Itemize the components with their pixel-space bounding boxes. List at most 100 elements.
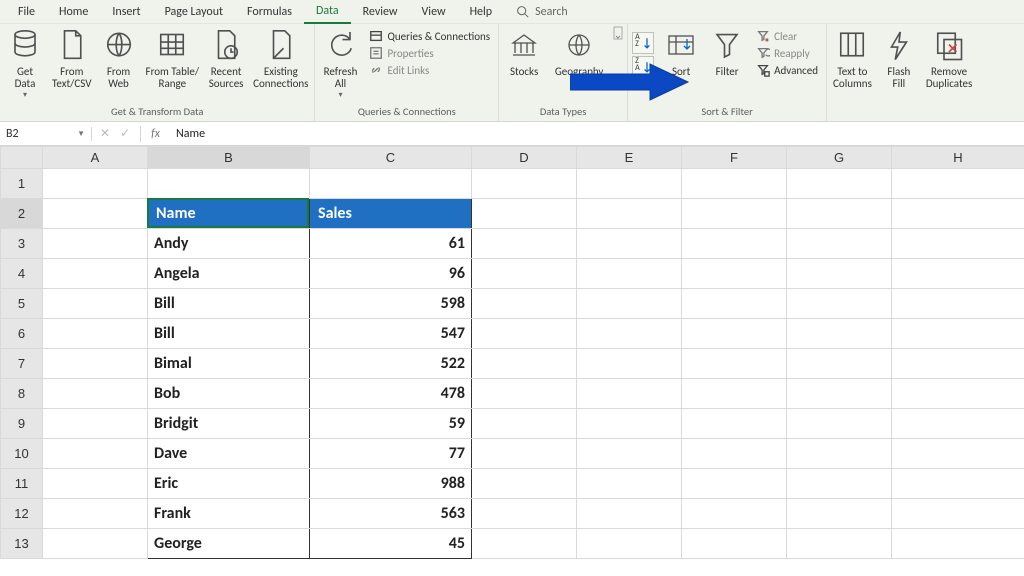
col-header[interactable]: A [43, 147, 148, 169]
flash-fill-button[interactable]: Flash Fill [878, 26, 920, 91]
row-header[interactable]: 5 [1, 289, 43, 319]
cell[interactable]: 478 [310, 379, 472, 409]
cell[interactable] [892, 199, 1024, 229]
cell[interactable] [472, 229, 577, 259]
cell[interactable] [787, 469, 892, 499]
fx-icon[interactable]: fx [151, 127, 160, 141]
cell[interactable] [577, 289, 682, 319]
cell[interactable]: Andy [148, 229, 310, 259]
row-header[interactable]: 10 [1, 439, 43, 469]
clear-filter-button[interactable]: Clear [752, 28, 822, 44]
cell[interactable] [472, 259, 577, 289]
formula-input[interactable]: Name [168, 127, 1024, 141]
cell[interactable]: 96 [310, 259, 472, 289]
cell[interactable] [43, 439, 148, 469]
cell[interactable] [310, 169, 472, 199]
cell[interactable] [43, 409, 148, 439]
cell[interactable] [43, 529, 148, 559]
sort-za-button[interactable]: ZA [632, 56, 654, 78]
row-header[interactable]: 13 [1, 529, 43, 559]
row-header[interactable]: 9 [1, 409, 43, 439]
cell[interactable]: 563 [310, 499, 472, 529]
cell[interactable]: 598 [310, 289, 472, 319]
name-box[interactable]: B2 ▼ [0, 127, 92, 141]
cell[interactable] [787, 409, 892, 439]
cell[interactable] [472, 319, 577, 349]
tab-help[interactable]: Help [458, 1, 505, 23]
cell[interactable] [43, 469, 148, 499]
cell[interactable] [682, 349, 787, 379]
row-header[interactable]: 2 [1, 199, 43, 229]
cell[interactable] [682, 199, 787, 229]
cell[interactable] [472, 439, 577, 469]
cell[interactable]: Bill [148, 319, 310, 349]
from-web-button[interactable]: From Web [98, 26, 140, 91]
properties-button[interactable]: Properties [365, 45, 494, 61]
tab-data[interactable]: Data [304, 0, 351, 24]
row-header[interactable]: 11 [1, 469, 43, 499]
cell[interactable] [577, 319, 682, 349]
cell[interactable]: Bob [148, 379, 310, 409]
select-all-corner[interactable] [1, 147, 43, 169]
cell[interactable]: 59 [310, 409, 472, 439]
cell[interactable] [472, 349, 577, 379]
geography-button[interactable]: Geography [549, 26, 609, 90]
row-header[interactable]: 12 [1, 499, 43, 529]
cell[interactable] [787, 289, 892, 319]
queries-connections-button[interactable]: Queries & Connections [365, 28, 494, 44]
cell[interactable]: Dave [148, 439, 310, 469]
cell[interactable]: Name [148, 199, 310, 229]
row-header[interactable]: 3 [1, 229, 43, 259]
edit-links-button[interactable]: Edit Links [365, 62, 494, 78]
cell[interactable] [892, 319, 1024, 349]
cell[interactable] [682, 439, 787, 469]
cell[interactable] [577, 409, 682, 439]
tab-file[interactable]: File [6, 1, 47, 23]
tab-view[interactable]: View [410, 1, 458, 23]
advanced-filter-button[interactable]: Advanced [752, 62, 822, 78]
cell[interactable] [892, 409, 1024, 439]
row-header[interactable]: 7 [1, 349, 43, 379]
cancel-icon[interactable]: ✕ [100, 126, 110, 141]
reapply-button[interactable]: Reapply [752, 45, 822, 61]
tab-home[interactable]: Home [47, 1, 100, 23]
cell[interactable] [577, 169, 682, 199]
col-header[interactable]: H [892, 147, 1024, 169]
cell[interactable] [892, 289, 1024, 319]
cell[interactable] [472, 499, 577, 529]
from-table-range-button[interactable]: From Table/ Range [144, 26, 202, 91]
cell[interactable] [472, 169, 577, 199]
cell[interactable] [682, 289, 787, 319]
cell[interactable] [787, 259, 892, 289]
tab-formulas[interactable]: Formulas [235, 1, 304, 23]
tab-page-layout[interactable]: Page Layout [153, 1, 235, 23]
cell[interactable]: 547 [310, 319, 472, 349]
sort-button[interactable]: Sort [660, 26, 702, 80]
cell[interactable] [787, 199, 892, 229]
cell[interactable] [472, 199, 577, 229]
enter-icon[interactable]: ✓ [120, 126, 130, 141]
recent-sources-button[interactable]: Recent Sources [205, 26, 247, 91]
cell[interactable] [577, 199, 682, 229]
cell[interactable]: Angela [148, 259, 310, 289]
cell[interactable] [43, 229, 148, 259]
remove-duplicates-button[interactable]: Remove Duplicates [924, 26, 974, 91]
cell[interactable] [577, 379, 682, 409]
cell[interactable]: Bill [148, 289, 310, 319]
cell[interactable] [682, 379, 787, 409]
cell[interactable] [787, 229, 892, 259]
cell[interactable] [43, 499, 148, 529]
ribbon-search[interactable]: Search [504, 1, 580, 23]
cell[interactable] [43, 199, 148, 229]
cell[interactable] [43, 289, 148, 319]
from-text-csv-button[interactable]: From Text/CSV [50, 26, 94, 91]
cell[interactable]: 61 [310, 229, 472, 259]
row-header[interactable]: 4 [1, 259, 43, 289]
cell[interactable]: 77 [310, 439, 472, 469]
cell[interactable] [682, 259, 787, 289]
cell[interactable] [148, 169, 310, 199]
col-header[interactable]: D [472, 147, 577, 169]
cell[interactable]: Eric [148, 469, 310, 499]
cell[interactable] [787, 499, 892, 529]
col-header[interactable]: E [577, 147, 682, 169]
